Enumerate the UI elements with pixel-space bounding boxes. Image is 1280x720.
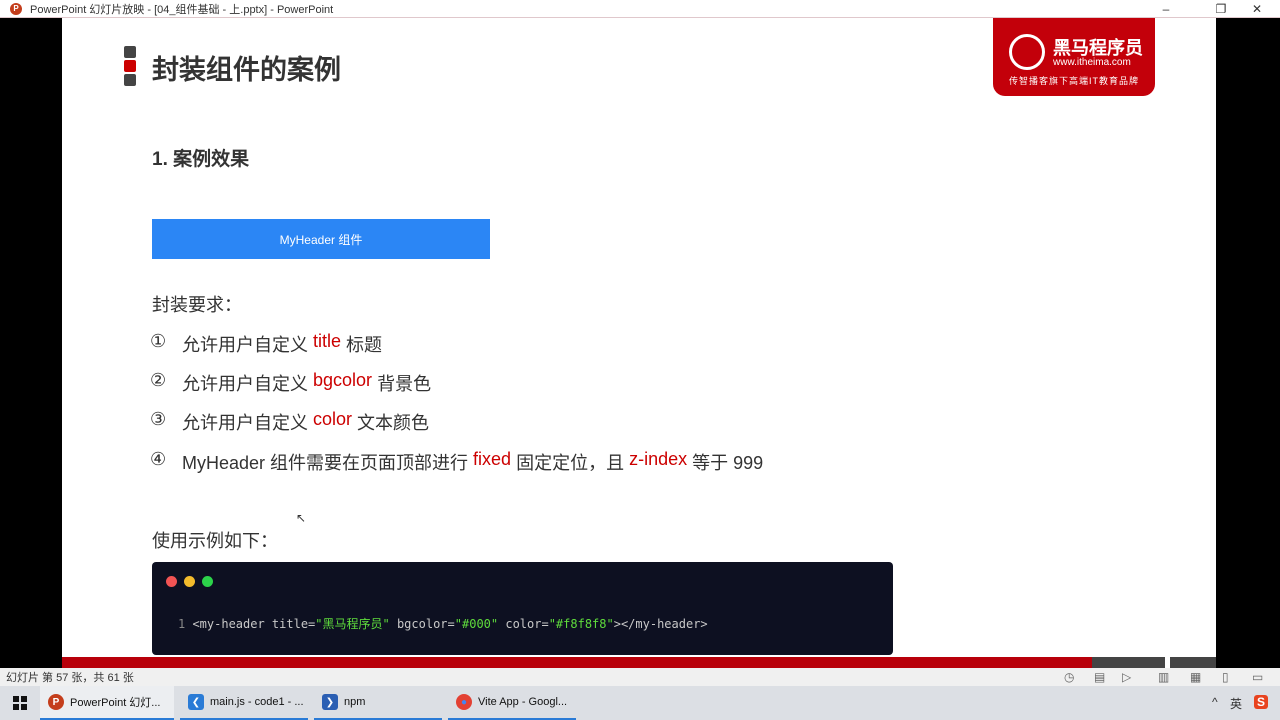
- requirement-item: ③ 允许用户自定义 color 文本颜色: [150, 409, 429, 435]
- req-keyword: title: [313, 331, 342, 351]
- taskbar-item-vscode[interactable]: ❮ main.js - code1 - ...: [180, 686, 308, 720]
- logo-slogan: 传智播客旗下高端IT教育品牌: [1009, 76, 1139, 86]
- powershell-icon: ❯: [322, 694, 338, 710]
- req-number: ④: [150, 449, 167, 469]
- req-text: 允许用户自定义: [182, 335, 308, 355]
- taskbar: P PowerPoint 幻灯... ❮ main.js - code1 - ...…: [0, 686, 1280, 720]
- taskbar-item-npm[interactable]: ❯ npm: [314, 686, 442, 720]
- req-text: 标题: [346, 335, 383, 355]
- taskbar-item-powerpoint[interactable]: P PowerPoint 幻灯...: [40, 686, 174, 720]
- title-bar: P PowerPoint 幻灯片放映 - [04_组件基础 - 上.pptx] …: [0, 0, 1280, 18]
- req-number: ②: [150, 370, 167, 390]
- yellow-dot-icon: [184, 576, 195, 587]
- demo-header-bar: MyHeader 组件: [152, 219, 490, 259]
- req-text: 固定定位，且: [516, 453, 625, 473]
- req-keyword: fixed: [473, 449, 512, 469]
- close-button[interactable]: ✕: [1234, 0, 1280, 18]
- slide-footer-bar: [62, 657, 1092, 668]
- taskbar-label: PowerPoint 幻灯...: [70, 697, 161, 709]
- req-keyword: color: [313, 409, 353, 429]
- footer-box: [1170, 657, 1216, 668]
- req-number: ③: [150, 409, 167, 429]
- req-text: 允许用户自定义: [182, 413, 308, 433]
- slideshow-icon[interactable]: ▭: [1252, 670, 1263, 684]
- slide-sorter-icon[interactable]: ▦: [1190, 670, 1201, 684]
- req-text: 等于 999: [692, 453, 764, 473]
- code-line: 1 <my-header title="黑马程序员" bgcolor="#000…: [178, 615, 708, 632]
- sogou-icon[interactable]: S: [1254, 695, 1269, 709]
- window-title: PowerPoint 幻灯片放映 - [04_组件基础 - 上.pptx] - …: [30, 3, 334, 16]
- code-string: "黑马程序员": [315, 617, 390, 631]
- green-dot-icon: [202, 576, 213, 587]
- red-dot-icon: [166, 576, 177, 587]
- tray-chevron-icon[interactable]: ^: [1212, 695, 1218, 709]
- taskbar-label: npm: [344, 696, 366, 708]
- taskbar-label: main.js - code1 - ...: [210, 696, 304, 708]
- powerpoint-icon: P: [48, 694, 64, 710]
- requirements-label: 封装要求：: [152, 295, 242, 315]
- req-keyword: bgcolor: [313, 370, 373, 390]
- code-token: color=: [498, 617, 549, 631]
- code-string: "#f8f8f8": [548, 617, 614, 631]
- code-token: <my-header title=: [185, 617, 316, 631]
- taskbar-label: Vite App - Googl...: [478, 696, 568, 708]
- notes-icon[interactable]: ▤: [1094, 670, 1105, 684]
- req-text: 允许用户自定义: [182, 374, 308, 394]
- horse-logo-icon: [1009, 34, 1045, 70]
- status-bar: 幻灯片 第 57 张，共 61 张: [0, 668, 1280, 686]
- requirement-item: ④ MyHeader 组件需要在页面顶部进行 fixed 固定定位，且 z-in…: [150, 449, 763, 475]
- chrome-icon: ●: [456, 694, 472, 710]
- heading-bullet-icon: [124, 46, 136, 88]
- usage-label: 使用示例如下：: [152, 531, 278, 551]
- play-icon[interactable]: ▷: [1122, 670, 1131, 684]
- code-string: "#000": [454, 617, 499, 631]
- powerpoint-icon: P: [10, 2, 22, 15]
- code-token: bgcolor=: [389, 617, 455, 631]
- req-keyword: z-index: [629, 449, 688, 469]
- req-text: 背景色: [377, 374, 432, 394]
- timer-icon[interactable]: ◷: [1064, 670, 1074, 684]
- code-block: 1 <my-header title="黑马程序员" bgcolor="#000…: [152, 562, 893, 655]
- req-text: MyHeader 组件需要在页面顶部进行: [182, 453, 469, 473]
- normal-view-icon[interactable]: ▥: [1158, 670, 1169, 684]
- reading-view-icon[interactable]: ▯: [1222, 670, 1229, 684]
- req-text: 文本颜色: [357, 413, 430, 433]
- itheima-logo: 黑马程序员 www.itheima.com 传智播客旗下高端IT教育品牌: [993, 18, 1155, 96]
- logo-url: www.itheima.com: [1053, 57, 1131, 68]
- windows-start-button[interactable]: [0, 686, 40, 720]
- ime-icon[interactable]: 英: [1230, 695, 1242, 712]
- requirement-item: ① 允许用户自定义 title 标题: [150, 331, 382, 357]
- req-number: ①: [150, 331, 167, 351]
- taskbar-item-chrome[interactable]: ● Vite App - Googl...: [448, 686, 576, 720]
- slide-counter: 幻灯片 第 57 张，共 61 张: [6, 672, 134, 684]
- minimize-button[interactable]: –: [1143, 0, 1189, 18]
- slide[interactable]: 封装组件的案例 黑马程序员 www.itheima.com 传智播客旗下高端IT…: [62, 18, 1216, 668]
- code-token: ></my-header>: [613, 617, 708, 631]
- section-title: 1. 案例效果: [152, 149, 250, 170]
- windows-icon: [13, 696, 27, 710]
- vscode-icon: ❮: [188, 694, 204, 710]
- slide-heading: 封装组件的案例: [152, 55, 341, 85]
- mouse-cursor-icon: ↖: [296, 511, 307, 525]
- requirement-item: ② 允许用户自定义 bgcolor 背景色: [150, 370, 431, 396]
- footer-box: [1092, 657, 1165, 668]
